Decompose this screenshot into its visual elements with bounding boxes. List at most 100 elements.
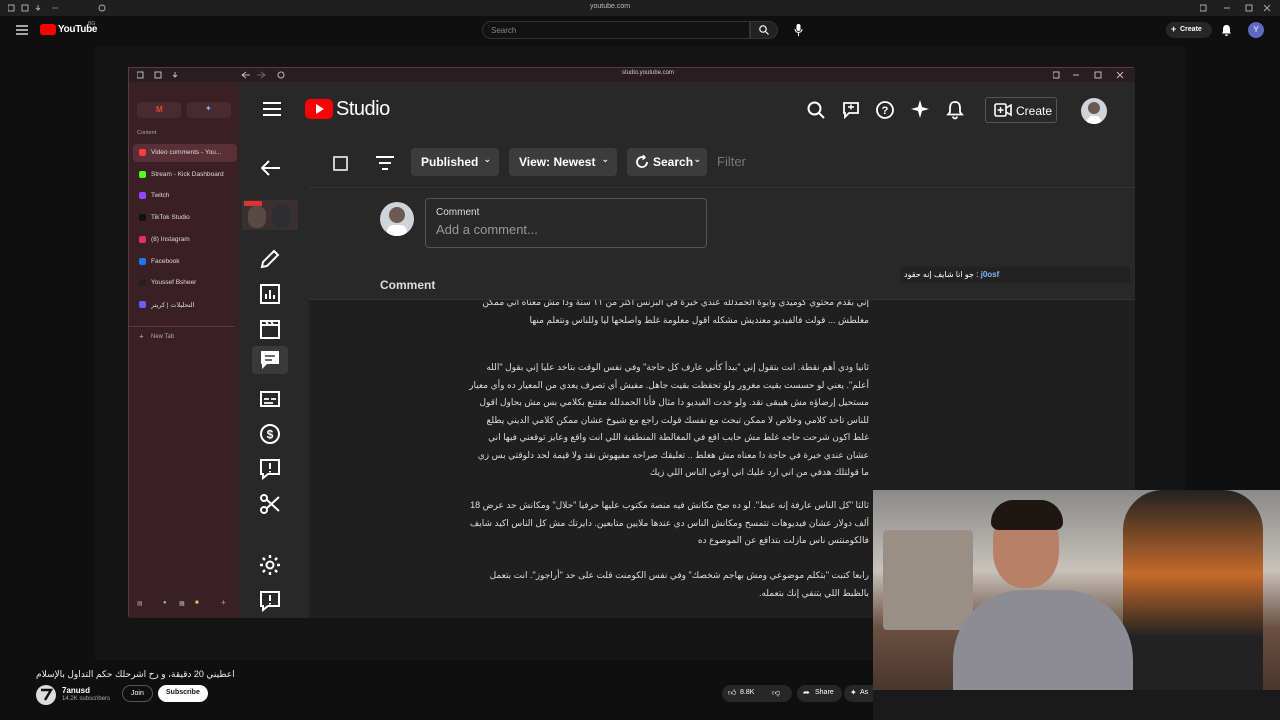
account-avatar[interactable]: Y bbox=[1248, 22, 1264, 38]
browser-tab[interactable]: Twitch bbox=[133, 187, 237, 205]
comments-nav-item[interactable] bbox=[252, 346, 288, 374]
sparkle-icon[interactable] bbox=[911, 100, 929, 118]
like-count: 8.8K bbox=[740, 689, 755, 696]
outer-browser-titlebar: youtube.com bbox=[0, 0, 1280, 16]
pinned-tab-gemini[interactable]: ✦ bbox=[187, 102, 231, 118]
new-tab-plus-icon[interactable]: + bbox=[139, 332, 144, 341]
published-label: Published bbox=[421, 155, 479, 169]
svg-text:?: ? bbox=[882, 105, 889, 117]
clips-scissors-icon[interactable] bbox=[259, 493, 281, 515]
chat-username: j0osf bbox=[980, 270, 1000, 279]
tab-label: (8) Instagram bbox=[151, 235, 190, 243]
search-icon bbox=[759, 25, 769, 35]
thumbs-up-icon[interactable]: 👍︎ bbox=[728, 688, 736, 698]
comment-paragraph: ثانيا ودي أهم نقطة. انت بتقول إني "ببدأ … bbox=[469, 362, 869, 477]
window-buttons-icon[interactable] bbox=[1200, 4, 1272, 12]
browser-tab[interactable]: Stream - Kick Dashboard bbox=[133, 166, 237, 184]
studio-menu-icon[interactable] bbox=[263, 102, 281, 116]
space-icon[interactable]: ▦ bbox=[179, 600, 185, 607]
compose-comment-area: Comment Add a comment... bbox=[309, 188, 1135, 268]
tab-label: Video comments - You... bbox=[151, 149, 222, 156]
share-label: Share bbox=[815, 689, 834, 696]
channel-name[interactable]: 7anusd bbox=[62, 686, 90, 695]
browser-tab[interactable]: التحليلات | كريتر bbox=[133, 296, 237, 314]
monetization-icon[interactable]: $ bbox=[259, 423, 281, 445]
back-arrow-icon[interactable] bbox=[261, 160, 281, 176]
filter-sort-icon[interactable] bbox=[376, 156, 394, 170]
feedback-comment-icon[interactable] bbox=[842, 101, 860, 119]
youtube-search-input[interactable]: Search bbox=[482, 21, 750, 39]
share-button[interactable]: ➦ Share bbox=[797, 685, 842, 702]
watch-info-bar: اعطيني 20 دقيقة، و رح اشرحلك حكم التداول… bbox=[0, 660, 873, 720]
add-space-icon[interactable]: + bbox=[221, 598, 226, 607]
analytics-icon[interactable] bbox=[259, 283, 281, 305]
studio-logo-icon[interactable] bbox=[305, 99, 333, 119]
view-label: View: Newest bbox=[519, 155, 596, 169]
tab-divider bbox=[129, 326, 235, 327]
join-button[interactable]: Join bbox=[122, 685, 153, 702]
sidebar-bottom-toolbar: ▤ ● ▦ ■ + bbox=[137, 598, 233, 610]
chevron-down-icon: ⌄ bbox=[483, 154, 491, 164]
microphone-icon[interactable] bbox=[794, 24, 803, 36]
subscribe-button[interactable]: Subscribe bbox=[158, 685, 208, 702]
subtitles-icon[interactable] bbox=[259, 388, 281, 410]
youtube-search-button[interactable] bbox=[750, 21, 778, 39]
help-icon[interactable]: ? bbox=[876, 101, 894, 119]
inner-url[interactable]: studio.youtube.com bbox=[622, 70, 674, 76]
folder-icon[interactable]: ■ bbox=[195, 600, 199, 606]
inner-window-buttons-icon[interactable] bbox=[1053, 71, 1127, 79]
notifications-bell-icon[interactable] bbox=[1221, 24, 1232, 36]
edit-pencil-icon[interactable] bbox=[259, 248, 281, 270]
channel-avatar[interactable] bbox=[36, 685, 56, 705]
tab-label: التحليلات | كريتر bbox=[151, 301, 195, 309]
studio-title[interactable]: Studio bbox=[336, 98, 390, 121]
inner-window-controls-icon[interactable] bbox=[137, 71, 181, 79]
browser-tab[interactable]: Video comments - You... bbox=[133, 144, 237, 162]
view-sort-dropdown[interactable]: View: Newest ⌄ bbox=[509, 148, 617, 176]
pinned-tab-gmail[interactable]: M bbox=[137, 102, 181, 118]
settings-gear-icon[interactable] bbox=[259, 554, 281, 576]
youtube-create-button[interactable]: + Create bbox=[1166, 22, 1212, 38]
comment-input-placeholder: Add a comment... bbox=[436, 222, 538, 237]
compose-avatar bbox=[380, 202, 414, 236]
search-dropdown[interactable]: Search ⌄ bbox=[627, 148, 707, 176]
inner-nav-arrows-icon[interactable] bbox=[241, 71, 289, 79]
video-thumbnail[interactable] bbox=[242, 200, 298, 230]
tab-label: Twitch bbox=[151, 192, 170, 200]
published-dropdown[interactable]: Published ⌄ bbox=[411, 148, 499, 176]
outer-url[interactable]: youtube.com bbox=[590, 3, 630, 10]
send-feedback-icon[interactable] bbox=[259, 590, 281, 612]
studio-account-avatar[interactable] bbox=[1081, 98, 1107, 124]
tab-favicon-icon bbox=[139, 235, 146, 243]
window-controls-icon[interactable] bbox=[8, 4, 68, 12]
share-arrow-icon: ➦ bbox=[803, 688, 810, 697]
filter-input[interactable]: Filter bbox=[717, 154, 746, 169]
browser-tab[interactable]: (8) Instagram bbox=[133, 231, 237, 249]
new-tab-button[interactable]: New Tab bbox=[151, 334, 174, 340]
reload-icon[interactable] bbox=[98, 4, 106, 12]
youtube-logo-icon[interactable] bbox=[40, 24, 56, 35]
comment-input[interactable]: Comment Add a comment... bbox=[425, 198, 707, 248]
select-all-checkbox[interactable] bbox=[333, 156, 348, 171]
tab-label: Stream - Kick Dashboard bbox=[151, 170, 224, 178]
archive-icon[interactable]: ▤ bbox=[137, 600, 143, 607]
ask-label: As bbox=[860, 689, 869, 696]
space-dot-icon[interactable]: ● bbox=[163, 600, 167, 606]
hamburger-menu-icon[interactable] bbox=[16, 25, 28, 35]
comment-paragraph: رابعا كتبت "بتكلم موضوعي ومش بهاجم شخصك"… bbox=[489, 570, 869, 598]
like-dislike-group[interactable]: 👍︎ 8.8K 👎︎ bbox=[722, 685, 792, 702]
tab-label: Facebook bbox=[151, 257, 180, 265]
copyright-alert-icon[interactable] bbox=[259, 458, 281, 480]
thumbs-down-icon[interactable]: 👎︎ bbox=[772, 688, 780, 698]
studio-notifications-icon[interactable] bbox=[946, 100, 964, 120]
studio-left-nav: $ bbox=[239, 138, 309, 618]
inner-browser-titlebar: studio.youtube.com bbox=[129, 68, 1135, 82]
studio-search-icon[interactable] bbox=[807, 101, 825, 119]
browser-tab[interactable]: Facebook bbox=[133, 253, 237, 271]
studio-create-button[interactable]: Create bbox=[985, 97, 1057, 123]
editor-clapper-icon[interactable] bbox=[259, 318, 281, 340]
chat-text: جو انا شايف إنه حقود bbox=[904, 270, 974, 279]
browser-tab[interactable]: Youssef Bsheer bbox=[133, 274, 237, 292]
ask-button[interactable]: ✦ As bbox=[844, 685, 873, 702]
browser-tab[interactable]: TikTok Studio bbox=[133, 209, 237, 227]
